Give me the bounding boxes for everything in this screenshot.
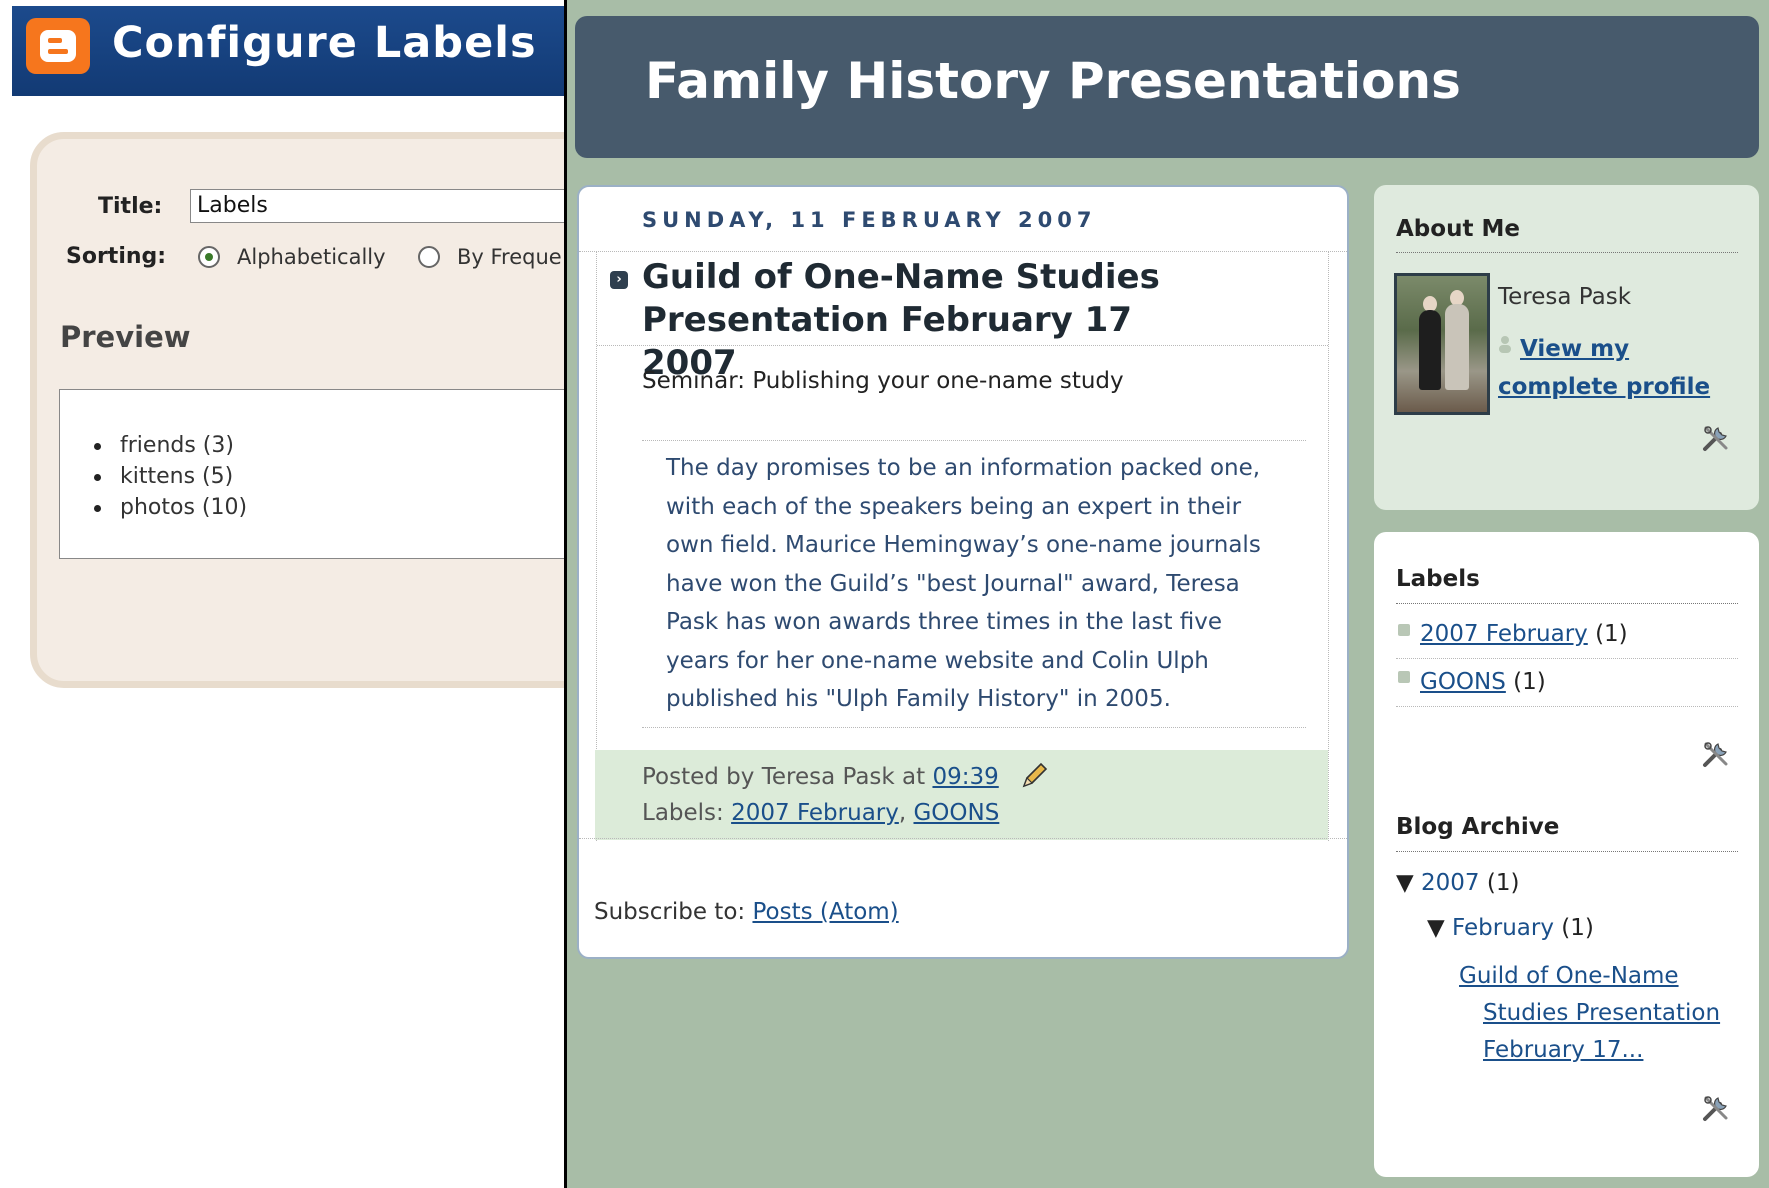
labels-heading: Labels [1396,566,1480,592]
post-labels-prefix: Labels: [642,800,724,826]
label-bullet-icon [1398,624,1410,636]
blogger-logo-icon [26,18,90,74]
sidebar-label-link[interactable]: 2007 February [1420,621,1588,647]
divider [579,838,1347,839]
preview-item: kittens (5) [93,461,247,492]
sort-by-frequency-label[interactable]: By Freque [457,245,562,269]
divider [1396,706,1738,707]
posted-by-line: Posted by Teresa Pask at 09:39 [642,764,999,790]
sort-alphabetically-radio[interactable] [198,246,220,268]
tools-icon[interactable] [1700,738,1732,770]
archive-post-link[interactable]: Guild of One-Name Studies Presentation F… [1459,958,1745,1069]
profile-photo[interactable] [1394,273,1490,415]
post-label-separator: , [898,800,907,826]
subscribe-prefix: Subscribe to: [594,899,746,925]
preview-item: friends (3) [93,430,247,461]
subscribe-atom-link[interactable]: Posts (Atom) [752,899,898,925]
triangle-down-icon[interactable]: ▼ [1396,870,1414,896]
divider [597,345,1328,346]
sorting-label: Sorting: [66,244,167,269]
blog-title[interactable]: Family History Presentations [645,52,1461,110]
label-bullet-icon [1398,671,1410,683]
tools-icon[interactable] [1700,422,1732,454]
triangle-down-icon[interactable]: ▼ [1427,915,1445,941]
profile-name: Teresa Pask [1498,284,1632,310]
archive-month-count: (1) [1561,915,1594,941]
divider [579,251,1347,252]
preview-item: photos (10) [93,492,247,523]
post-time-link[interactable]: 09:39 [932,764,998,790]
view-profile-link[interactable]: View my complete profile [1498,330,1738,406]
archive-month-link[interactable]: February [1452,915,1554,941]
configure-labels-window: Configure Labels Title: Labels Sorting: … [0,0,630,1188]
post-body: The day promises to be an information pa… [666,455,1261,712]
subscribe-line: Subscribe to: Posts (Atom) [594,899,899,925]
sidebar-label-count: (1) [1595,621,1628,647]
archive-month-item: ▼ February (1) [1427,915,1594,941]
sort-alphabetically-label[interactable]: Alphabetically [237,245,386,269]
divider [1396,851,1738,852]
blog-archive-heading: Blog Archive [1396,814,1560,840]
divider [1328,251,1329,841]
archive-year-link[interactable]: 2007 [1421,870,1480,896]
sort-by-frequency-radio[interactable] [418,246,440,268]
title-field-label: Title: [98,194,163,219]
title-input[interactable]: Labels [190,189,610,223]
pencil-icon[interactable] [1020,760,1050,790]
about-me-heading: About Me [1396,216,1520,242]
preview-heading: Preview [60,320,191,354]
divider [642,727,1306,728]
divider [1396,658,1738,659]
post-labels-line: Labels: 2007 February, GOONS [642,800,999,826]
archive-year-count: (1) [1486,870,1520,896]
post-date: SUNDAY, 11 FEBRUARY 2007 [642,208,1097,232]
configure-labels-title: Configure Labels [112,18,537,68]
sidebar-label-count: (1) [1513,669,1546,695]
divider [1396,603,1738,604]
archive-year-item: ▼ 2007 (1) [1396,870,1519,896]
post-title[interactable]: Guild of One-Name Studies Presentation F… [642,256,1182,385]
sidebar-label-item: 2007 February (1) [1420,621,1628,647]
sidebar-label-link[interactable]: GOONS [1420,669,1506,695]
tools-icon[interactable] [1700,1092,1732,1124]
post-arrow-icon: › [610,271,628,289]
divider [642,440,1306,441]
posted-by-text: Posted by Teresa Pask at [642,764,926,790]
divider [1396,252,1738,253]
post-label-link[interactable]: 2007 February [731,800,899,826]
post-label-link[interactable]: GOONS [913,800,999,826]
post-subtitle: Seminar: Publishing your one-name study [642,368,1124,394]
sidebar-label-item: GOONS (1) [1420,669,1546,695]
preview-list: friends (3) kittens (5) photos (10) [93,430,247,523]
